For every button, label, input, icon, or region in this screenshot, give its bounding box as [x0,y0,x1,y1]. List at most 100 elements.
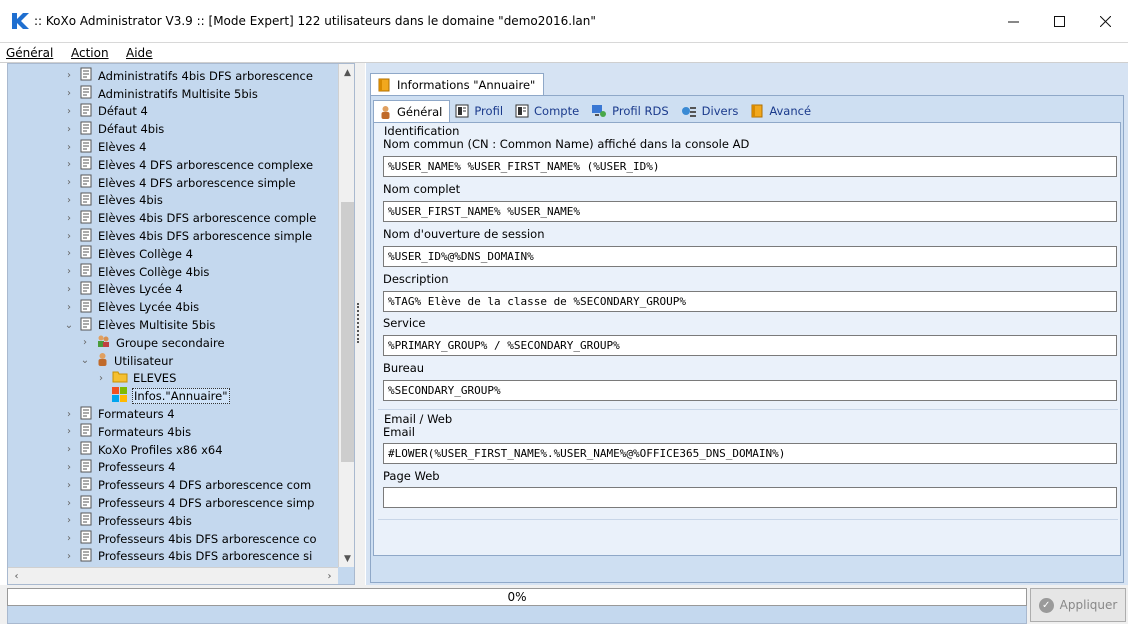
subtab-profil-rds[interactable]: Profil RDS [586,100,675,122]
chevron-right-icon[interactable]: › [64,213,74,224]
tree-item[interactable]: › Elèves 4 DFS arborescence complexe [64,156,313,174]
chevron-right-icon[interactable]: › [64,551,74,562]
document-icon [80,156,93,173]
tree-item[interactable]: › ELEVES [96,370,176,388]
subtab-general[interactable]: Général [373,100,451,122]
document-icon [80,85,93,102]
tree-item[interactable]: › Elèves Collège 4bis [64,263,209,281]
tree-item[interactable]: › KoXo Profiles x86 x64 [64,441,223,459]
tree-item[interactable]: › Elèves Lycée 4 [64,281,183,299]
progress-bar: 0% [7,588,1027,606]
chevron-right-icon[interactable]: › [64,284,74,295]
cn-field[interactable]: %USER_NAME% %USER_FIRST_NAME% (%USER_ID%… [383,156,1117,177]
vertical-scrollbar[interactable]: ▲ ▼ [338,64,354,567]
chevron-right-icon[interactable]: › [64,88,74,99]
scroll-left-arrow-icon[interactable]: ‹ [8,568,25,584]
tree-item[interactable]: › Administratifs 4bis DFS arborescence [64,67,313,85]
tree-item[interactable]: › Elèves Lycée 4bis [64,298,199,316]
chevron-down-icon[interactable]: ⌄ [80,355,90,366]
chevron-right-icon[interactable]: › [64,195,74,206]
scroll-right-arrow-icon[interactable]: › [321,568,338,584]
chevron-right-icon[interactable]: › [64,498,74,509]
pane-splitter[interactable] [355,63,365,585]
chevron-down-icon[interactable]: ⌄ [64,320,74,331]
bureau-field[interactable]: %SECONDARY_GROUP% [383,380,1117,401]
profile-icon [455,104,469,118]
maximize-button[interactable] [1036,0,1082,43]
chevron-right-icon[interactable]: › [64,462,74,473]
tree-item-label: Formateurs 4 [98,407,175,422]
tab-label: Informations "Annuaire" [397,77,536,92]
tree-item[interactable]: › Défaut 4 [64,103,148,121]
maximize-icon [1053,16,1065,27]
subtab-divers[interactable]: Divers [676,100,746,122]
tree-item[interactable]: › Professeurs 4bis [64,512,192,530]
tree-item[interactable]: › Administratifs Multisite 5bis [64,85,258,103]
description-label: Description [383,272,449,286]
tree-item[interactable]: › Elèves Collège 4 [64,245,193,263]
chevron-right-icon[interactable]: › [64,231,74,242]
tree-item[interactable]: › Professeurs 4bis DFS arborescence co [64,530,317,548]
tree-item-label: Elèves Collège 4 [98,246,193,261]
scroll-down-arrow-icon[interactable]: ▼ [339,550,354,567]
tree-item[interactable]: › Professeurs 4 [64,459,175,477]
tree-item[interactable]: › Professeurs 4 DFS arborescence simp [64,494,314,512]
tree-item[interactable]: › Formateurs 4 [64,405,175,423]
tree-item[interactable]: Infos."Annuaire" [96,387,230,405]
menu-aide[interactable]: Aide [126,46,153,60]
chevron-right-icon[interactable]: › [64,426,74,437]
tree-item-label: Elèves Lycée 4 [98,282,183,297]
chevron-right-icon[interactable]: › [64,159,74,170]
chevron-right-icon[interactable]: › [64,248,74,259]
tree-item[interactable]: › Elèves 4 [64,138,146,156]
chevron-right-icon[interactable]: › [64,106,74,117]
horizontal-scrollbar[interactable]: ‹ › [8,567,338,584]
tree-item[interactable]: ⌄ Elèves Multisite 5bis [64,316,215,334]
chevron-right-icon[interactable]: › [64,177,74,188]
tree-item[interactable]: › Elèves 4 DFS arborescence simple [64,174,296,192]
scroll-up-arrow-icon[interactable]: ▲ [339,64,354,81]
chevron-right-icon[interactable]: › [64,70,74,81]
minimize-button[interactable] [990,0,1036,43]
chevron-right-icon[interactable]: › [64,515,74,526]
tree-item-label: Professeurs 4bis [98,513,192,528]
tree-item[interactable]: › Elèves 4bis [64,192,163,210]
email-field[interactable]: #LOWER(%USER_FIRST_NAME%.%USER_NAME%@%OF… [383,443,1117,464]
tree-item[interactable]: ⌄ Utilisateur [80,352,173,370]
tree-item[interactable]: › Professeurs 4bis DFS arborescence si [64,548,312,566]
window-title: :: KoXo Administrator V3.9 :: [Mode Expe… [34,14,596,28]
subtab-compte[interactable]: Compte [510,100,586,122]
chevron-right-icon[interactable]: › [64,124,74,135]
subtab-avance[interactable]: Avancé [745,100,818,122]
chevron-right-icon[interactable]: › [64,480,74,491]
chevron-right-icon[interactable]: › [96,373,106,384]
logon-field[interactable]: %USER_ID%@%DNS_DOMAIN% [383,246,1117,267]
tree-view[interactable]: › Administratifs 4bis DFS arborescence › Ad… [8,64,338,567]
tree-item[interactable]: › Défaut 4bis [64,120,164,138]
tree-item[interactable]: › Professeurs 4 DFS arborescence com [64,476,311,494]
chevron-right-icon[interactable]: › [64,142,74,153]
chevron-right-icon[interactable]: › [64,533,74,544]
description-field[interactable]: %TAG% Elève de la classe de %SECONDARY_G… [383,291,1117,312]
tab-informations-annuaire[interactable]: Informations "Annuaire" [370,73,545,95]
subtab-profil[interactable]: Profil [450,100,510,122]
menu-general[interactable]: Général [6,46,53,60]
tree-item[interactable]: › Elèves 4bis DFS arborescence comple [64,209,316,227]
tree-item[interactable]: › Formateurs 4bis [64,423,191,441]
chevron-right-icon[interactable]: › [64,266,74,277]
apply-button[interactable]: ✓ Appliquer [1030,588,1126,622]
close-button[interactable] [1082,0,1128,43]
chevron-right-icon[interactable]: › [80,337,90,348]
web-field[interactable] [383,487,1117,508]
splitter-grip-icon[interactable] [357,303,360,343]
fullname-field[interactable]: %USER_FIRST_NAME% %USER_NAME% [383,201,1117,222]
menu-action[interactable]: Action [71,46,109,60]
tree-item[interactable]: › Groupe secondaire [80,334,225,352]
chevron-right-icon[interactable]: › [64,409,74,420]
service-field[interactable]: %PRIMARY_GROUP% / %SECONDARY_GROUP% [383,335,1117,356]
vertical-scroll-thumb[interactable] [341,202,354,462]
tree-item[interactable]: › Elèves 4bis DFS arborescence simple [64,227,312,245]
chevron-right-icon[interactable]: › [64,302,74,313]
misc-icon [681,104,697,118]
chevron-right-icon[interactable]: › [64,444,74,455]
